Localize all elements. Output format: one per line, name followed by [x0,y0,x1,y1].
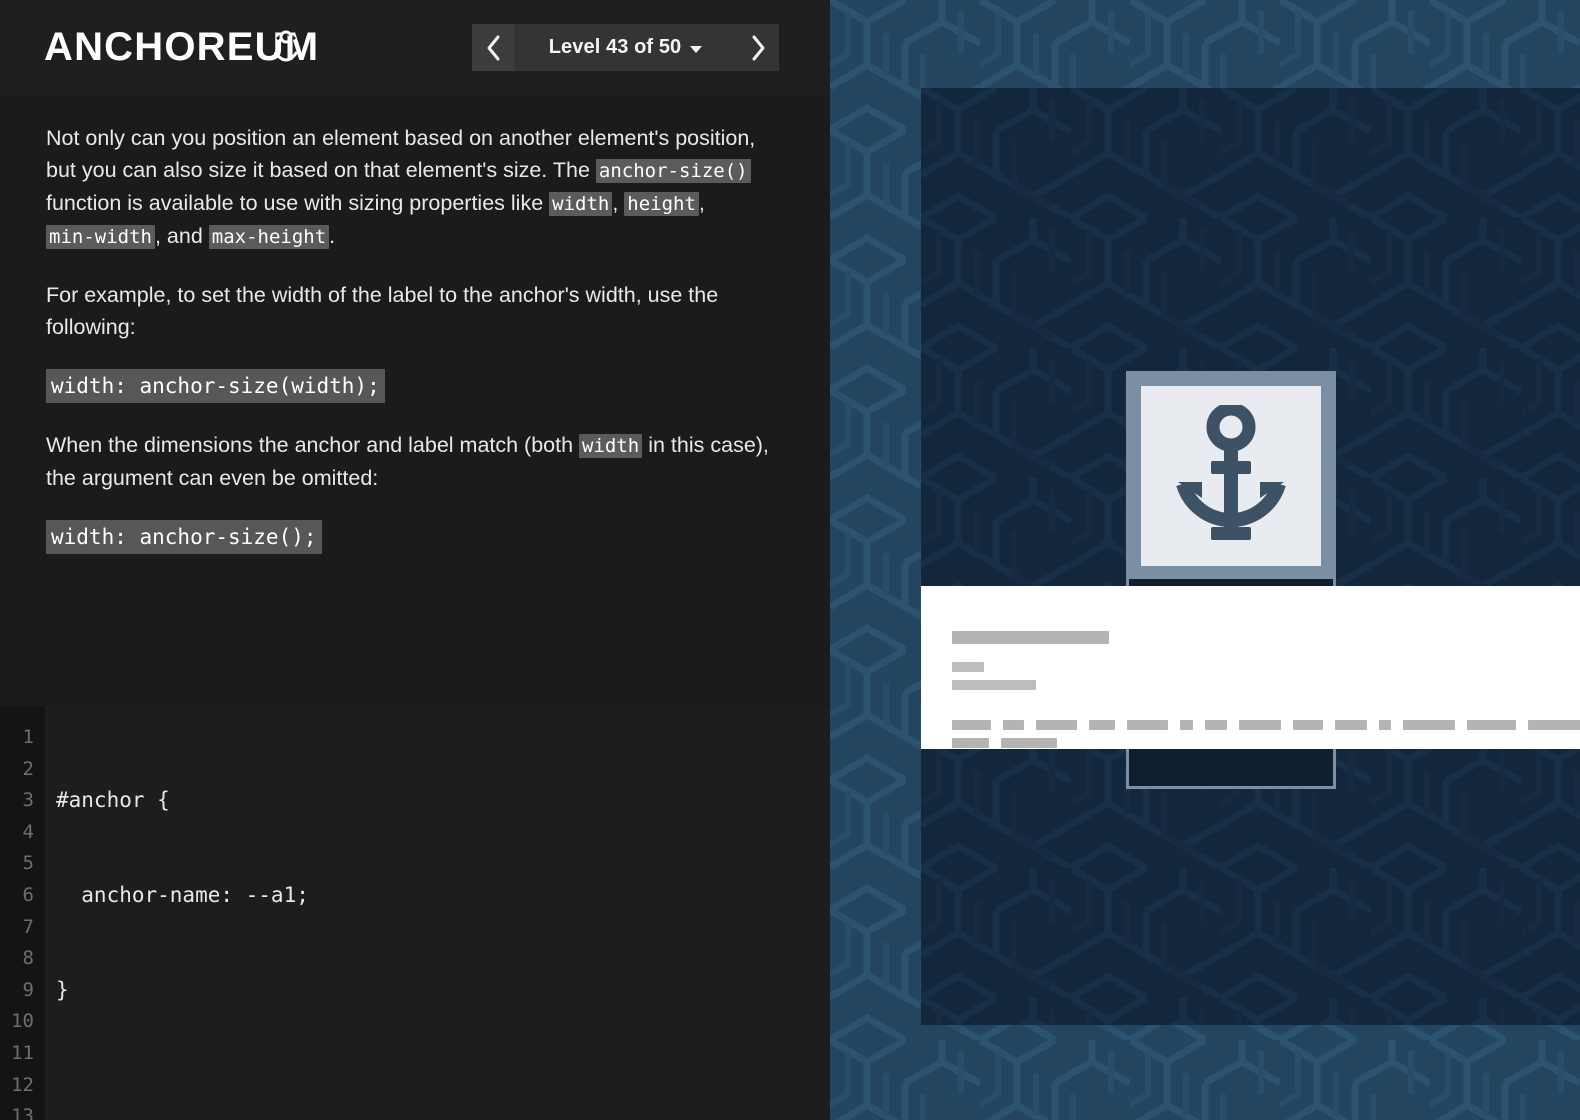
line-number: 4 [22,820,34,843]
chevron-left-icon [485,34,502,62]
top-bar: ANCHOREUM Level 43 of 50 [0,0,830,96]
next-level-button[interactable] [737,24,779,71]
code-max-height: max-height [208,225,330,249]
anchor-icon [1170,405,1292,547]
preview-panel [830,0,1580,1120]
lesson-text: Not only can you position an element bas… [0,96,830,706]
line-number: 1 [22,726,34,748]
anchor-element [1128,373,1334,579]
line-number: 5 [22,852,34,875]
code-anchor-size-fn: anchor-size() [595,159,751,183]
lesson-paragraph-3: When the dimensions the anchor and label… [46,429,784,494]
line-number: 6 [22,883,34,906]
anchoreum-app: ANCHOREUM Level 43 of 50 Not only can yo… [0,0,1580,1120]
lesson-paragraph-2: For example, to set the width of the lab… [46,283,719,339]
line-number: 11 [11,1041,34,1064]
line-number: 13 [11,1105,34,1120]
code-min-width: min-width [46,225,155,249]
line-number: 9 [22,978,34,1001]
line-number: 2 [22,757,34,780]
chevron-right-icon [750,34,767,62]
line-number: 10 [11,1010,34,1033]
level-label: Level 43 of 50 [548,36,682,58]
lesson-p1-d: , [698,191,705,215]
left-panel: ANCHOREUM Level 43 of 50 Not only can yo… [0,0,830,1120]
code-width-2: width [579,434,643,458]
lesson-p1-e: , and [154,224,209,248]
placeholder-line-1 [952,720,1580,730]
code-line: anchor-name: --a1; [56,882,309,907]
code-block-1: width: anchor-size(width); [46,369,385,403]
code-block-2: width: anchor-size(); [46,520,322,554]
prev-level-button[interactable] [472,24,514,71]
code-width-1: width [549,192,613,216]
code-line: } [56,977,69,1002]
code-editor[interactable]: 1 2 3 4 5 6 7 8 9 10 11 12 13 #anchor { … [0,706,830,1120]
level-navigator: Level 43 of 50 [472,24,779,71]
app-logo: ANCHOREUM [44,25,320,69]
line-number: 3 [22,789,34,812]
lesson-paragraph-1: Not only can you position an element bas… [46,122,784,253]
chevron-down-icon [690,45,703,53]
lesson-p1-f: . [329,224,336,248]
line-number-list: 1 2 3 4 5 6 7 8 9 10 11 12 13 [0,722,45,1120]
line-number: 7 [22,915,34,938]
line-number: 12 [11,1073,34,1096]
line-number: 8 [22,947,34,970]
placeholder-line-2 [952,738,1057,748]
lesson-p1-b: function is available to use with sizing… [46,191,550,215]
label-element [921,586,1580,749]
code-height: height [624,192,699,216]
editor-code: #anchor { anchor-name: --a1; } #label { … [45,722,830,1120]
preview-stage [921,88,1580,1025]
lesson-p3-a: When the dimensions the anchor and label… [46,433,580,457]
lesson-p1-c: , [612,191,625,215]
code-line: #anchor { [56,788,170,813]
level-select[interactable]: Level 43 of 50 [514,24,737,71]
